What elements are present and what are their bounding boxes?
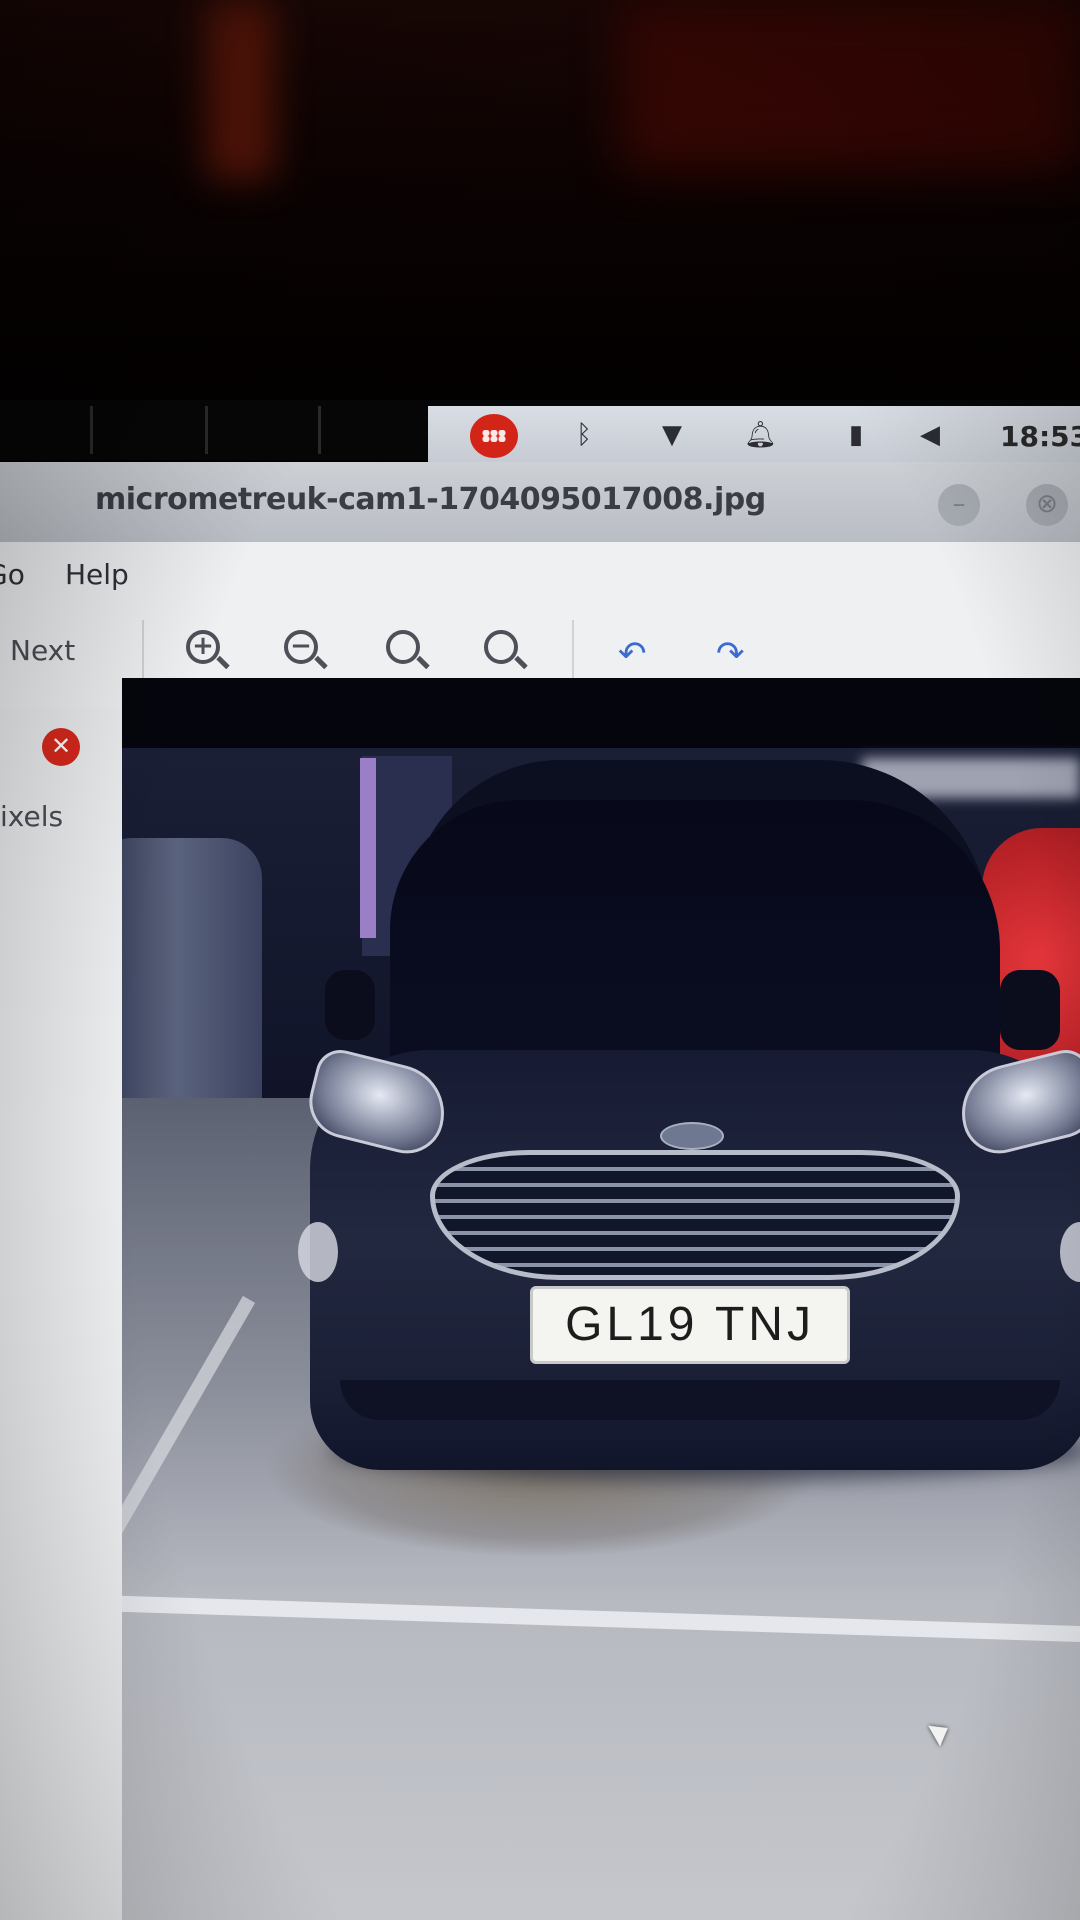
close-window-button[interactable]: ⊗ [1026, 484, 1068, 526]
taskbar-separator [90, 406, 93, 454]
zoom-in-button[interactable]: + [184, 628, 232, 676]
title-bar[interactable]: micrometreuk-cam1-1704095017008.jpg – ⊗ [0, 462, 1080, 542]
menu-help[interactable]: Help [65, 558, 129, 591]
bluetooth-icon[interactable]: ᛒ [568, 420, 600, 450]
zoom-handle [514, 655, 528, 670]
zoom-fit-button[interactable] [482, 628, 530, 676]
zoom-handle [416, 655, 430, 670]
menu-go[interactable]: Go [0, 558, 25, 591]
bell-icon[interactable]: 🔔︎ [744, 420, 777, 450]
zoom-normal-button[interactable] [384, 628, 432, 676]
minimize-button[interactable]: – [938, 484, 980, 526]
close-panel-icon[interactable]: ✕ [42, 728, 80, 766]
apps-icon[interactable] [470, 414, 518, 458]
car-fog-light-left [298, 1222, 338, 1282]
car-mirror-left [325, 970, 375, 1040]
car-badge [660, 1122, 724, 1150]
zoom-out-button[interactable]: − [282, 628, 330, 676]
background-glow-right [620, 0, 1080, 170]
rotate-right-icon[interactable]: ↷ [716, 634, 745, 674]
wifi-icon[interactable]: ▼ [656, 420, 688, 450]
image-viewer-window: micrometreuk-cam1-1704095017008.jpg – ⊗ … [0, 462, 1080, 1920]
car-grille [430, 1150, 960, 1280]
background-room [0, 0, 1080, 410]
menu-bar: Go Help [0, 542, 1080, 605]
license-plate: GL19 TNJ [530, 1286, 850, 1364]
volume-icon[interactable]: ◀ [914, 420, 946, 450]
rotate-left-icon[interactable]: ↶ [618, 634, 647, 674]
system-tray: ᛒ ▼ 🔔︎ ▮ ◀ 18:53 [428, 406, 1080, 464]
taskbar-separator [318, 406, 321, 454]
window-title: micrometreuk-cam1-1704095017008.jpg [95, 482, 766, 517]
side-panel-label: ixels [0, 800, 64, 833]
clock[interactable]: 18:53 [1000, 420, 1080, 453]
taskbar-separator [205, 406, 208, 454]
car-mirror-right [1000, 970, 1060, 1050]
battery-icon[interactable]: ▮ [840, 420, 872, 450]
next-button[interactable]: Next [10, 634, 75, 667]
background-glow-left [205, 0, 275, 180]
photo-car: GL19 TNJ [270, 760, 1080, 1480]
side-panel: ✕ ixels [0, 708, 122, 1920]
photo-ceiling [122, 678, 1080, 758]
car-bumper [340, 1380, 1060, 1420]
